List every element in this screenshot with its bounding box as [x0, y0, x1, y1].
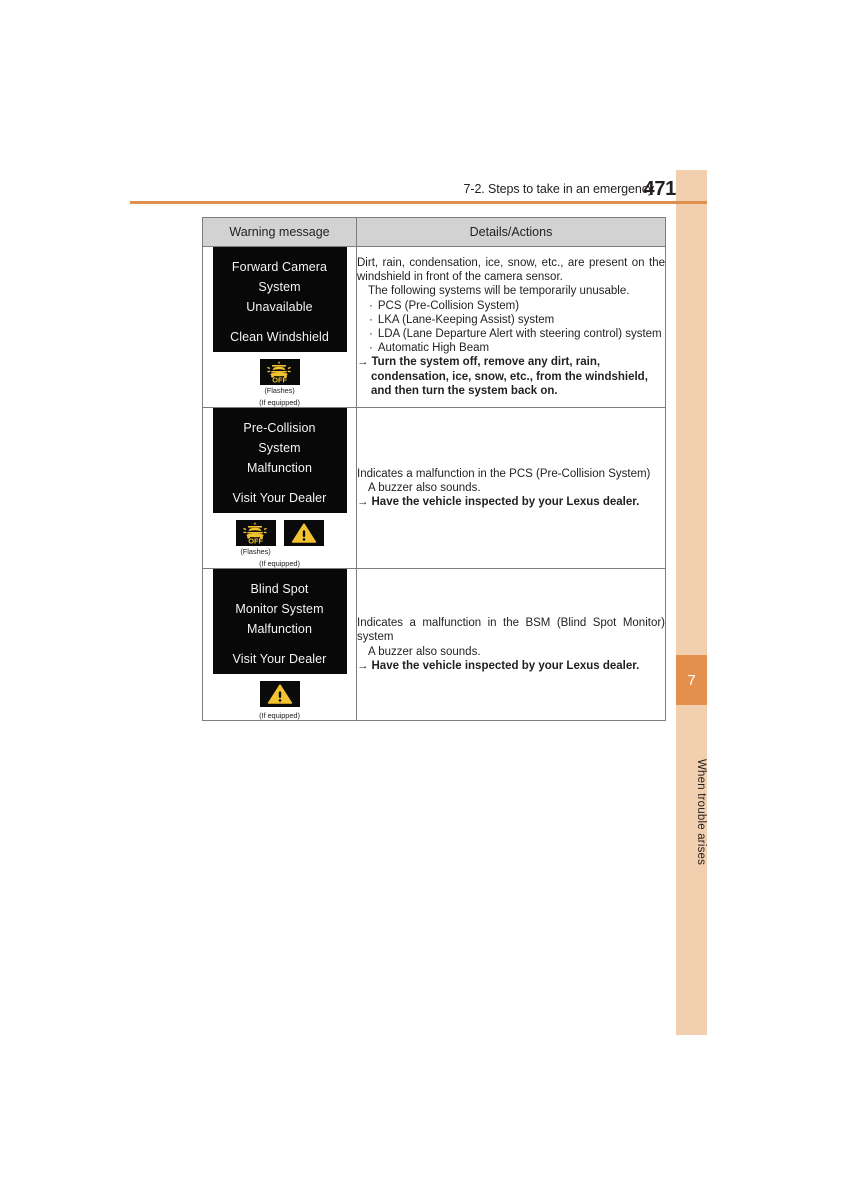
display-line: Malfunction [246, 622, 313, 636]
icon-caption: (Flashes) [264, 386, 295, 395]
display-line: Forward Camera [231, 260, 328, 274]
warning-message-cell: Forward Camera System Unavailable Clean … [202, 246, 357, 408]
details-intro: Indicates a malfunction in the PCS (Pre-… [357, 467, 651, 480]
warning-triangle-icon [283, 520, 324, 546]
icon-caption: (Flashes) [240, 547, 271, 556]
details-bullet: · LDA (Lane Departure Alert with steering… [357, 327, 665, 341]
indicator-icon-row [203, 681, 356, 708]
display-line: System [258, 280, 301, 294]
display-line: Unavailable [246, 300, 313, 314]
indicator-icon-group: OFF (Flashes) [235, 520, 276, 556]
action-text: Have the vehicle inspected by your Lexus… [371, 496, 640, 509]
if-equipped-note: (If equipped) [259, 711, 300, 720]
details-sub: The following systems will be temporaril… [368, 285, 630, 298]
details-action: → Turn the system off, remove any dirt, r… [357, 355, 665, 398]
display-bottom-line: Visit Your Dealer [232, 652, 327, 666]
header-rule [130, 201, 707, 204]
header-details-actions: Details/Actions [356, 217, 666, 247]
warning-message-cell: Blind Spot Monitor System Malfunction Vi… [202, 568, 357, 721]
details-action: → Have the vehicle inspected by your Lexu… [357, 495, 665, 509]
display-bottom-line: Clean Windshield [230, 330, 329, 344]
bullet-text: Automatic High Beam [377, 342, 490, 355]
details-action: → Have the vehicle inspected by your Lexu… [357, 659, 665, 673]
instrument-display-panel: Forward Camera System Unavailable Clean … [212, 247, 347, 352]
details-bullet: · LKA (Lane-Keeping Assist) system [357, 313, 665, 327]
pcs-off-icon: OFF [259, 359, 300, 385]
arrow-glyph: → [357, 659, 369, 672]
pcs-off-glyph: OFF [266, 361, 291, 384]
chapter-number: 7 [687, 671, 696, 689]
table-row: Forward Camera System Unavailable Clean … [202, 246, 666, 408]
bullet-glyph: · [369, 342, 373, 355]
warning-triangle-glyph [267, 684, 292, 704]
indicator-icon-group [259, 681, 300, 708]
indicator-icon-row: OFF (Flashes) [203, 359, 356, 395]
bullet-glyph: · [369, 313, 373, 326]
arrow-glyph: → [357, 496, 369, 509]
display-line: System [258, 441, 301, 455]
table-row: Blind Spot Monitor System Malfunction Vi… [202, 568, 666, 721]
if-equipped-note: (If equipped) [259, 559, 300, 568]
if-equipped-note: (If equipped) [259, 398, 300, 407]
display-line: Malfunction [246, 461, 313, 475]
page-number: 471 [643, 178, 677, 200]
instrument-display-panel: Blind Spot Monitor System Malfunction Vi… [212, 569, 347, 674]
details-intro: Indicates a malfunction in the BSM (Blin… [357, 617, 665, 644]
indicator-icon-group [283, 520, 324, 547]
action-text: Turn the system off, remove any dirt, ra… [371, 356, 648, 397]
bullet-text: LKA (Lane-Keeping Assist) system [377, 313, 555, 326]
table-row: Pre-Collision System Malfunction Visit Y… [202, 407, 666, 569]
warning-triangle-icon [259, 681, 300, 707]
details-sub: A buzzer also sounds. [368, 645, 481, 658]
svg-text:OFF: OFF [272, 375, 287, 384]
header-warning-message: Warning message [202, 217, 357, 247]
warning-message-cell: Pre-Collision System Malfunction Visit Y… [202, 407, 357, 569]
details-sub: A buzzer also sounds. [368, 481, 481, 494]
details-bullet: · PCS (Pre-Collision System) [357, 299, 665, 313]
page-header: 7-2. Steps to take in an emergency 471 [130, 178, 677, 202]
bullet-text: LDA (Lane Departure Alert with steering … [377, 328, 662, 340]
indicator-icon-group: OFF (Flashes) [259, 359, 300, 395]
svg-text:OFF: OFF [248, 536, 263, 545]
chapter-title-vertical: When trouble arises [695, 758, 707, 866]
warning-message-table: Warning message Details/Actions Forward … [202, 217, 666, 721]
details-actions-cell: Dirt, rain, condensation, ice, snow, etc… [356, 246, 666, 408]
display-bottom-line: Visit Your Dealer [232, 491, 327, 505]
details-bullet: · Automatic High Beam [357, 341, 665, 355]
details-actions-cell: Indicates a malfunction in the PCS (Pre-… [356, 407, 666, 569]
details-actions-cell: Indicates a malfunction in the BSM (Blin… [356, 568, 666, 721]
warning-triangle-glyph [291, 523, 316, 543]
pcs-off-glyph: OFF [242, 522, 267, 545]
display-line: Monitor System [235, 602, 324, 616]
display-line: Blind Spot [250, 582, 309, 596]
instrument-display-panel: Pre-Collision System Malfunction Visit Y… [212, 408, 347, 513]
pcs-off-icon: OFF [235, 520, 276, 546]
indicator-icon-row: OFF (Flashes) [203, 520, 356, 556]
bullet-text: PCS (Pre-Collision System) [377, 299, 520, 312]
bullet-glyph: · [369, 328, 373, 340]
display-line: Pre-Collision [243, 421, 316, 435]
table-header-row: Warning message Details/Actions [202, 217, 666, 247]
arrow-glyph: → [357, 356, 369, 369]
action-text: Have the vehicle inspected by your Lexus… [371, 659, 640, 672]
section-title: 7-2. Steps to take in an emergency [463, 182, 655, 196]
details-intro: Dirt, rain, condensation, ice, snow, etc… [357, 256, 665, 284]
bullet-glyph: · [369, 299, 373, 312]
